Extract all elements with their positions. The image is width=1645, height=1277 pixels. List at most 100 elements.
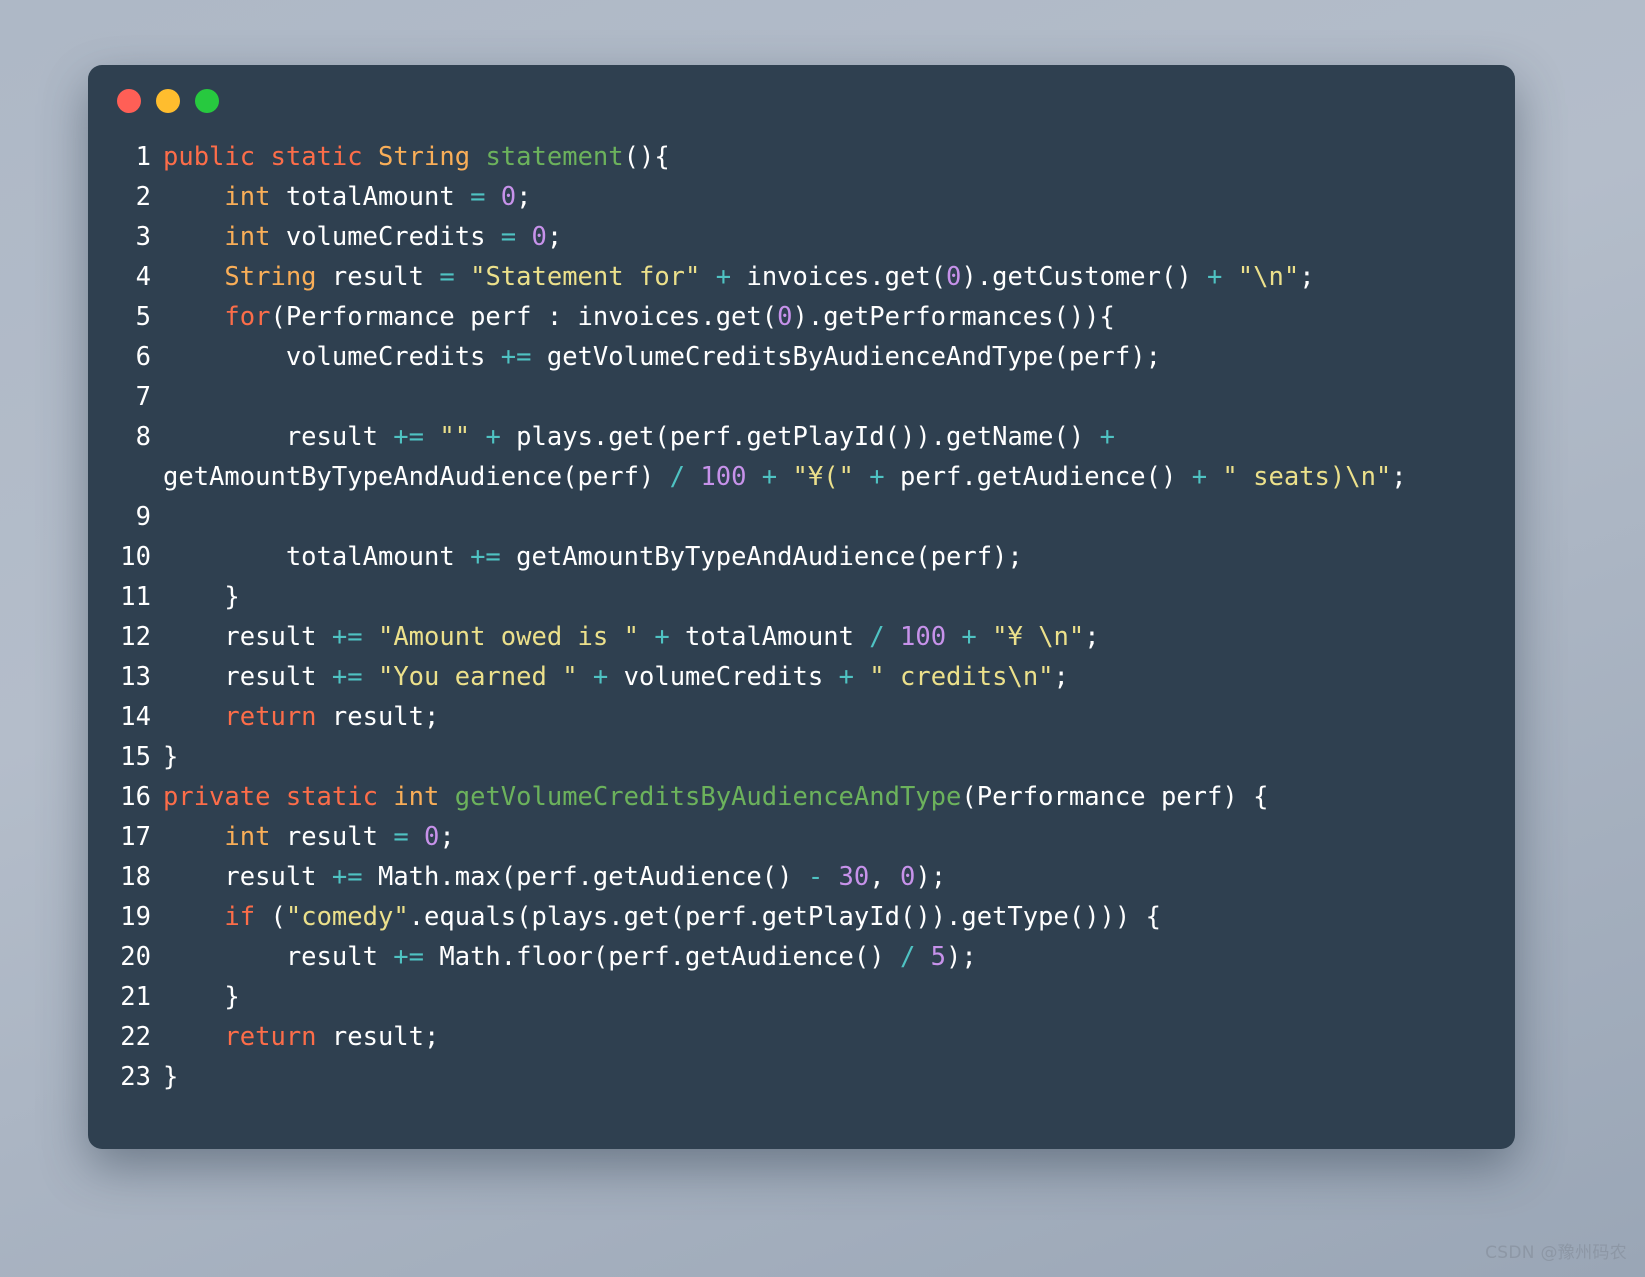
code-token: ; bbox=[516, 182, 532, 212]
code-token: += bbox=[393, 942, 425, 972]
code-token: "" bbox=[439, 422, 471, 452]
line-number: 18 bbox=[120, 862, 151, 892]
code-line: 5 for(Performance perf : invoices.get(0)… bbox=[88, 297, 1515, 337]
code-line-content: result += "Amount owed is " + totalAmoun… bbox=[163, 617, 1515, 657]
line-number: 3 bbox=[135, 222, 151, 252]
code-token: plays.get(perf.getPlayId()).getName() bbox=[500, 422, 1100, 452]
code-line: 15} bbox=[88, 737, 1515, 777]
code-token: String bbox=[224, 262, 317, 292]
code-token: int bbox=[393, 782, 440, 812]
code-line-content: result += "You earned " + volumeCredits … bbox=[163, 657, 1515, 697]
code-line: 14 return result; bbox=[88, 697, 1515, 737]
code-token: / bbox=[869, 622, 885, 652]
code-token: ; bbox=[439, 822, 455, 852]
line-number: 2 bbox=[135, 182, 151, 212]
code-token: ); bbox=[915, 862, 947, 892]
code-token: result bbox=[163, 942, 394, 972]
code-token: } bbox=[163, 582, 240, 612]
code-editor[interactable]: 1 public static String statement(){2 int … bbox=[88, 137, 1515, 1097]
window-titlebar bbox=[88, 65, 1515, 137]
code-line: 6 volumeCredits += getVolumeCreditsByAud… bbox=[88, 337, 1515, 377]
minimize-button[interactable] bbox=[156, 89, 180, 113]
code-line: 11 } bbox=[88, 577, 1515, 617]
code-token: Math.max(perf.getAudience() bbox=[362, 862, 808, 892]
code-line-content: result += "" + plays.get(perf.getPlayId(… bbox=[163, 417, 1515, 497]
line-number: 10 bbox=[120, 542, 151, 572]
code-token: (Performance perf : invoices.get( bbox=[270, 302, 778, 332]
code-token: perf.getAudience() bbox=[884, 462, 1192, 492]
line-number: 15 bbox=[120, 742, 151, 772]
code-token: static bbox=[270, 142, 363, 172]
code-line-content: String result = "Statement for" + invoic… bbox=[163, 257, 1515, 297]
code-line: 2 int totalAmount = 0; bbox=[88, 177, 1515, 217]
code-token: Math.floor(perf.getAudience() bbox=[424, 942, 900, 972]
code-token: getVolumeCreditsByAudienceAndType(perf); bbox=[531, 342, 1161, 372]
code-token: result bbox=[163, 862, 332, 892]
code-token: ; bbox=[1084, 622, 1100, 652]
code-token: totalAmount bbox=[270, 182, 471, 212]
code-token: String bbox=[377, 142, 471, 172]
code-token: 100 bbox=[700, 462, 747, 492]
code-line-content: private static int getVolumeCreditsByAud… bbox=[163, 777, 1515, 817]
code-line: 10 totalAmount += getAmountByTypeAndAudi… bbox=[88, 537, 1515, 577]
code-token: + bbox=[761, 462, 778, 492]
code-token: "comedy" bbox=[285, 902, 409, 932]
code-token: getAmountByTypeAndAudience(perf); bbox=[500, 542, 1023, 572]
code-token: + bbox=[485, 422, 501, 452]
code-token: private bbox=[163, 782, 271, 812]
code-token: } bbox=[163, 1062, 179, 1092]
code-token: result bbox=[163, 662, 332, 692]
code-line-content: } bbox=[163, 577, 1515, 617]
code-token: += bbox=[331, 662, 363, 692]
code-line-content: int totalAmount = 0; bbox=[163, 177, 1515, 217]
code-token: , bbox=[869, 862, 900, 892]
code-token: result bbox=[316, 262, 440, 292]
code-token: 0 bbox=[899, 862, 916, 892]
code-token: totalAmount bbox=[669, 622, 870, 652]
line-number: 17 bbox=[120, 822, 151, 852]
line-number: 8 bbox=[135, 422, 151, 452]
code-token: 30 bbox=[838, 862, 870, 892]
code-token: return bbox=[224, 1022, 317, 1052]
maximize-button[interactable] bbox=[195, 89, 219, 113]
line-number: 4 bbox=[135, 262, 151, 292]
code-token: public bbox=[163, 142, 256, 172]
line-number: 9 bbox=[135, 502, 151, 532]
code-line-content: totalAmount += getAmountByTypeAndAudienc… bbox=[163, 537, 1515, 577]
line-number: 5 bbox=[135, 302, 151, 332]
code-line: 8 result += "" + plays.get(perf.getPlayI… bbox=[88, 417, 1515, 497]
code-token: + bbox=[1207, 262, 1223, 292]
code-token: + bbox=[1191, 462, 1208, 492]
line-number: 21 bbox=[120, 982, 151, 1012]
code-token: += bbox=[470, 542, 501, 572]
code-token: 0 bbox=[500, 182, 517, 212]
code-token: 0 bbox=[946, 262, 962, 292]
code-line-content: return result; bbox=[163, 1017, 1515, 1057]
code-token: (){ bbox=[623, 142, 670, 172]
code-line: 17 int result = 0; bbox=[88, 817, 1515, 857]
code-token: "Statement for" bbox=[470, 262, 701, 292]
code-line-content: } bbox=[163, 977, 1515, 1017]
close-button[interactable] bbox=[117, 89, 141, 113]
code-token: "\n" bbox=[1237, 262, 1300, 292]
